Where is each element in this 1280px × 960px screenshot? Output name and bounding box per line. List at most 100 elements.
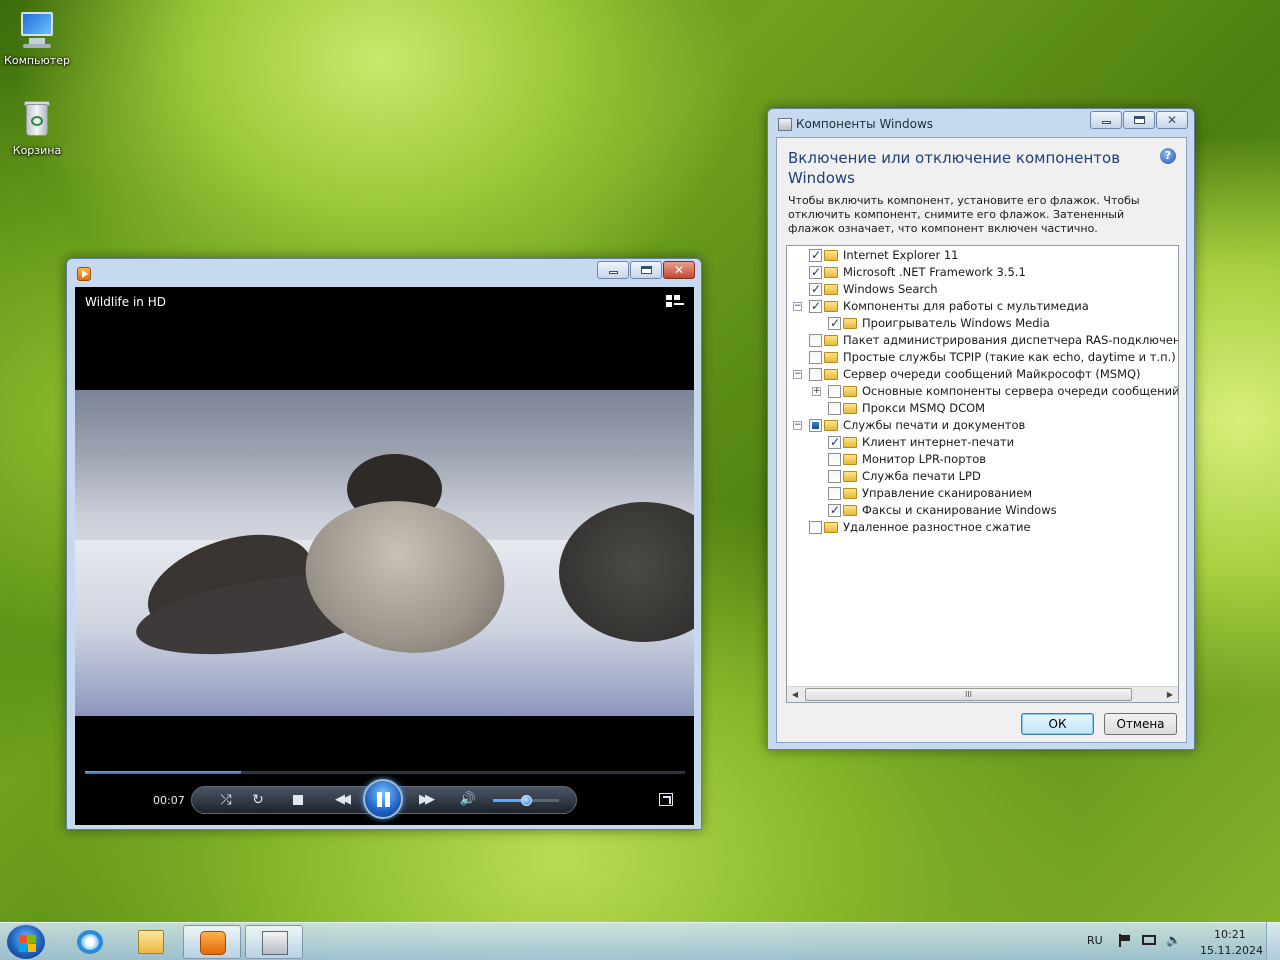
feature-checkbox[interactable] — [828, 402, 841, 415]
scroll-right-icon[interactable]: ▶ — [1162, 687, 1178, 702]
feature-tree-item[interactable]: Удаленное разностное сжатие — [787, 519, 1178, 536]
feature-checkbox[interactable] — [809, 368, 822, 381]
minimize-button[interactable] — [1090, 111, 1122, 129]
cancel-button[interactable]: Отмена — [1104, 713, 1177, 735]
feature-tree-item[interactable]: Проигрыватель Windows Media — [787, 315, 1178, 332]
start-button[interactable] — [6, 924, 46, 960]
help-icon[interactable]: ? — [1160, 148, 1176, 164]
folder-icon — [824, 267, 838, 278]
taskbar-windows-media-player[interactable] — [183, 925, 241, 959]
feature-tree-item[interactable]: − Службы печати и документов — [787, 417, 1178, 434]
media-player-window[interactable]: ✕ Wildlife in HD 00:07 ⤮ ↻ ◀◀ ▶▶ 🔊 — [66, 258, 702, 830]
feature-tree-item[interactable]: Клиент интернет-печати — [787, 434, 1178, 451]
video-title: Wildlife in HD — [85, 295, 166, 309]
taskbar-windows-features[interactable] — [245, 925, 303, 959]
fast-forward-icon[interactable]: ▶▶ — [405, 786, 445, 814]
feature-checkbox[interactable] — [828, 315, 841, 332]
feature-checkbox[interactable] — [809, 264, 822, 281]
feature-checkbox[interactable] — [809, 247, 822, 264]
folder-icon — [824, 301, 838, 312]
taskbar-internet-explorer[interactable] — [61, 925, 119, 959]
feature-checkbox[interactable] — [828, 385, 841, 398]
feature-checkbox[interactable] — [828, 434, 841, 451]
feature-tree-item[interactable]: Windows Search — [787, 281, 1178, 298]
shuffle-icon[interactable]: ⤮ — [215, 786, 237, 814]
feature-tree-item[interactable]: − Компоненты для работы с мультимедиа — [787, 298, 1178, 315]
clock-time[interactable]: 10:21 — [1214, 928, 1246, 941]
feature-tree-item[interactable]: Монитор LPR-портов — [787, 451, 1178, 468]
windows-media-player-icon — [77, 267, 91, 281]
feature-tree-item[interactable]: Пакет администрирования диспетчера RAS-п… — [787, 332, 1178, 349]
video-frame[interactable] — [75, 390, 694, 716]
language-indicator[interactable]: RU — [1087, 934, 1103, 947]
feature-label: Клиент интернет-печати — [862, 435, 1015, 449]
volume-slider-knob[interactable] — [521, 795, 532, 806]
show-desktop-button[interactable] — [1266, 922, 1280, 960]
expand-icon[interactable]: + — [812, 387, 821, 396]
taskbar-windows-explorer[interactable] — [122, 925, 180, 959]
feature-checkbox[interactable] — [828, 487, 841, 500]
minimize-button[interactable] — [597, 261, 629, 279]
feature-tree-item[interactable]: Факсы и сканирование Windows — [787, 502, 1178, 519]
collapse-icon[interactable]: − — [793, 302, 802, 311]
pause-button[interactable] — [363, 779, 403, 819]
scrollbar-thumb[interactable]: III — [805, 688, 1132, 701]
media-player-titlebar[interactable]: ✕ — [67, 259, 701, 287]
feature-tree-item[interactable]: Internet Explorer 11 — [787, 247, 1178, 264]
network-icon[interactable] — [1142, 935, 1156, 945]
stop-icon[interactable] — [287, 786, 309, 814]
desktop-icon-computer[interactable]: Компьютер — [0, 8, 74, 67]
speaker-icon[interactable]: 🔊 — [457, 786, 479, 814]
feature-tree-item[interactable]: Прокси MSMQ DCOM — [787, 400, 1178, 417]
maximize-button[interactable] — [1123, 111, 1155, 129]
folder-icon — [824, 420, 838, 431]
seek-bar[interactable] — [85, 771, 685, 774]
folder-icon — [843, 318, 857, 329]
desktop-icon-label: Корзина — [12, 144, 62, 157]
desktop-icon-recycle-bin[interactable]: Корзина — [0, 98, 74, 157]
windows-features-dialog[interactable]: Компоненты Windows ✕ Включение или отклю… — [767, 108, 1195, 750]
close-button[interactable]: ✕ — [1156, 111, 1188, 129]
feature-checkbox[interactable] — [809, 521, 822, 534]
feature-checkbox[interactable] — [809, 419, 822, 432]
feature-tree-item[interactable]: + Основные компоненты сервера очереди соо… — [787, 383, 1178, 400]
feature-tree-item[interactable]: Microsoft .NET Framework 3.5.1 — [787, 264, 1178, 281]
ok-button[interactable]: ОК — [1021, 713, 1094, 735]
feature-checkbox[interactable] — [828, 502, 841, 519]
clock-date[interactable]: 15.11.2024 — [1200, 944, 1263, 957]
switch-to-library-icon[interactable] — [666, 295, 684, 309]
fullscreen-icon[interactable] — [659, 793, 673, 806]
collapse-icon[interactable]: − — [793, 370, 802, 379]
feature-tree-item[interactable]: Служба печати LPD — [787, 468, 1178, 485]
close-button[interactable]: ✕ — [663, 261, 695, 279]
now-playing-area[interactable]: Wildlife in HD 00:07 ⤮ ↻ ◀◀ ▶▶ 🔊 — [75, 287, 694, 825]
feature-checkbox[interactable] — [809, 281, 822, 298]
feature-checkbox[interactable] — [809, 334, 822, 347]
windows-features-icon — [262, 931, 288, 955]
repeat-icon[interactable]: ↻ — [247, 786, 269, 814]
recycle-bin-icon — [15, 98, 59, 142]
feature-checkbox[interactable] — [809, 298, 822, 315]
dialog-titlebar[interactable]: Компоненты Windows ✕ — [768, 109, 1194, 137]
features-tree[interactable]: Internet Explorer 11 Microsoft .NET Frame… — [786, 245, 1179, 703]
volume-icon[interactable]: 🔈 — [1166, 934, 1181, 947]
close-icon: ✕ — [1166, 113, 1178, 127]
dialog-heading: Включение или отключение компонентов Win… — [788, 149, 1121, 187]
rewind-icon[interactable]: ◀◀ — [321, 786, 361, 814]
collapse-icon[interactable]: − — [793, 421, 802, 430]
folder-icon — [843, 471, 857, 482]
desktop-icon-label: Компьютер — [4, 54, 70, 67]
maximize-button[interactable] — [630, 261, 662, 279]
horizontal-scrollbar[interactable]: ◀ III ▶ — [787, 686, 1178, 702]
folder-icon — [824, 369, 838, 380]
pause-icon — [377, 792, 382, 807]
feature-checkbox[interactable] — [809, 351, 822, 364]
windows-media-player-icon — [200, 931, 226, 955]
feature-tree-item[interactable]: Управление сканированием — [787, 485, 1178, 502]
action-center-flag-icon[interactable] — [1118, 934, 1132, 947]
scroll-left-icon[interactable]: ◀ — [787, 687, 803, 702]
feature-checkbox[interactable] — [828, 453, 841, 466]
feature-tree-item[interactable]: Простые службы TCPIP (такие как echo, da… — [787, 349, 1178, 366]
feature-checkbox[interactable] — [828, 470, 841, 483]
feature-tree-item[interactable]: − Сервер очереди сообщений Майкрософт (MS… — [787, 366, 1178, 383]
